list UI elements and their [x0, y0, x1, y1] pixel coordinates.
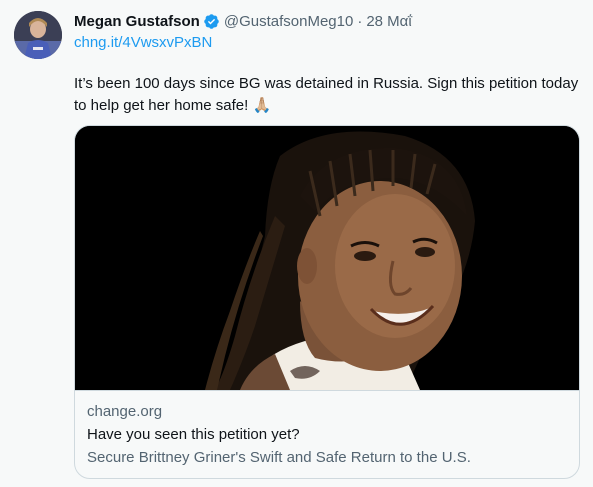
tweet[interactable]: Megan Gustafson @GustafsonMeg10 · 28 Μαΐ…	[0, 0, 593, 487]
card-description: Secure Brittney Griner's Swift and Safe …	[87, 449, 471, 466]
author-name[interactable]: Megan Gustafson	[74, 13, 200, 30]
card-domain: change.org	[87, 403, 163, 420]
separator-dot: ·	[357, 12, 363, 30]
author-handle[interactable]: @GustafsonMeg10	[224, 13, 353, 30]
avatar[interactable]	[14, 11, 62, 59]
card-image[interactable]	[75, 126, 579, 390]
tweet-header: Megan Gustafson @GustafsonMeg10 · 28 Μαΐ	[74, 11, 412, 31]
tweet-text: It’s been 100 days since BG was detained…	[74, 75, 579, 114]
tweet-date[interactable]: 28 Μαΐ	[366, 13, 411, 30]
verified-badge-icon	[203, 13, 220, 30]
card-divider	[75, 390, 579, 391]
petition-short-link[interactable]: chng.it/4VwsxvPxBN	[74, 34, 212, 51]
link-preview-card[interactable]: change.org Have you seen this petition y…	[74, 125, 580, 479]
card-title: Have you seen this petition yet?	[87, 426, 300, 443]
